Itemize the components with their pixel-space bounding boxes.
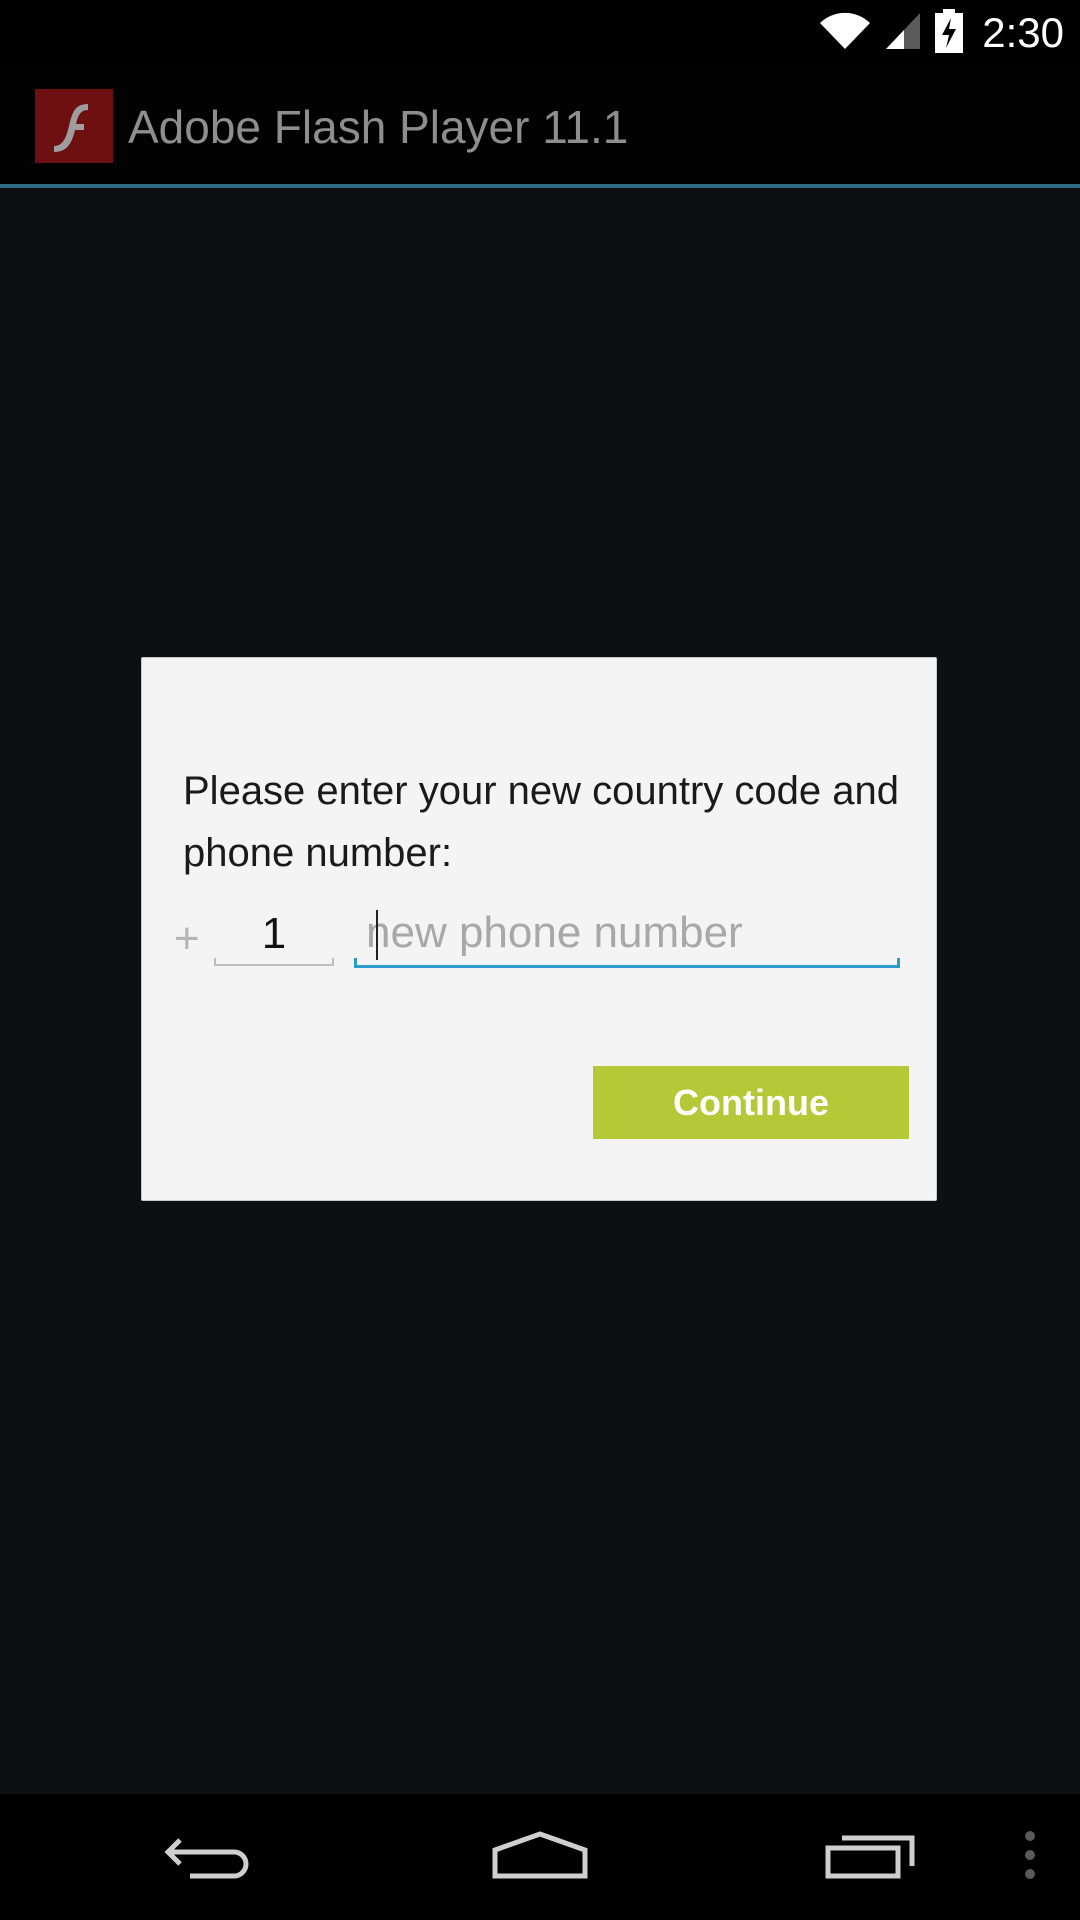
status-icons: 2:30 <box>818 0 1064 66</box>
status-bar: 2:30 <box>0 0 1080 66</box>
dialog-message: Please enter your new country code and p… <box>183 769 899 875</box>
country-code-underline <box>214 958 334 966</box>
country-code-input[interactable] <box>214 906 334 962</box>
home-icon <box>490 1830 590 1885</box>
phone-number-field[interactable] <box>354 904 900 968</box>
flash-player-icon <box>35 89 113 163</box>
continue-button[interactable]: Continue <box>593 1066 909 1139</box>
overflow-menu-icon <box>1023 1830 1037 1885</box>
back-icon <box>164 1830 256 1885</box>
text-cursor <box>376 910 378 960</box>
action-bar: Adobe Flash Player 11.1 <box>0 66 1080 188</box>
phone-number-dialog: Please enter your new country code and p… <box>141 657 937 1201</box>
home-button[interactable] <box>480 1794 600 1920</box>
recent-apps-icon <box>824 1830 916 1885</box>
navigation-bar <box>0 1794 1080 1920</box>
cell-signal-icon <box>884 11 922 56</box>
country-code-field[interactable] <box>214 906 334 966</box>
app-title: Adobe Flash Player 11.1 <box>128 101 629 153</box>
wifi-icon <box>818 11 872 56</box>
plus-sign: + <box>174 914 200 963</box>
recent-apps-button[interactable] <box>810 1794 930 1920</box>
status-time: 2:30 <box>982 9 1064 56</box>
phone-number-underline <box>354 958 900 968</box>
back-button[interactable] <box>150 1794 270 1920</box>
phone-number-input[interactable] <box>366 904 886 962</box>
overflow-menu-button[interactable] <box>1010 1794 1050 1920</box>
battery-charging-icon <box>934 8 964 58</box>
